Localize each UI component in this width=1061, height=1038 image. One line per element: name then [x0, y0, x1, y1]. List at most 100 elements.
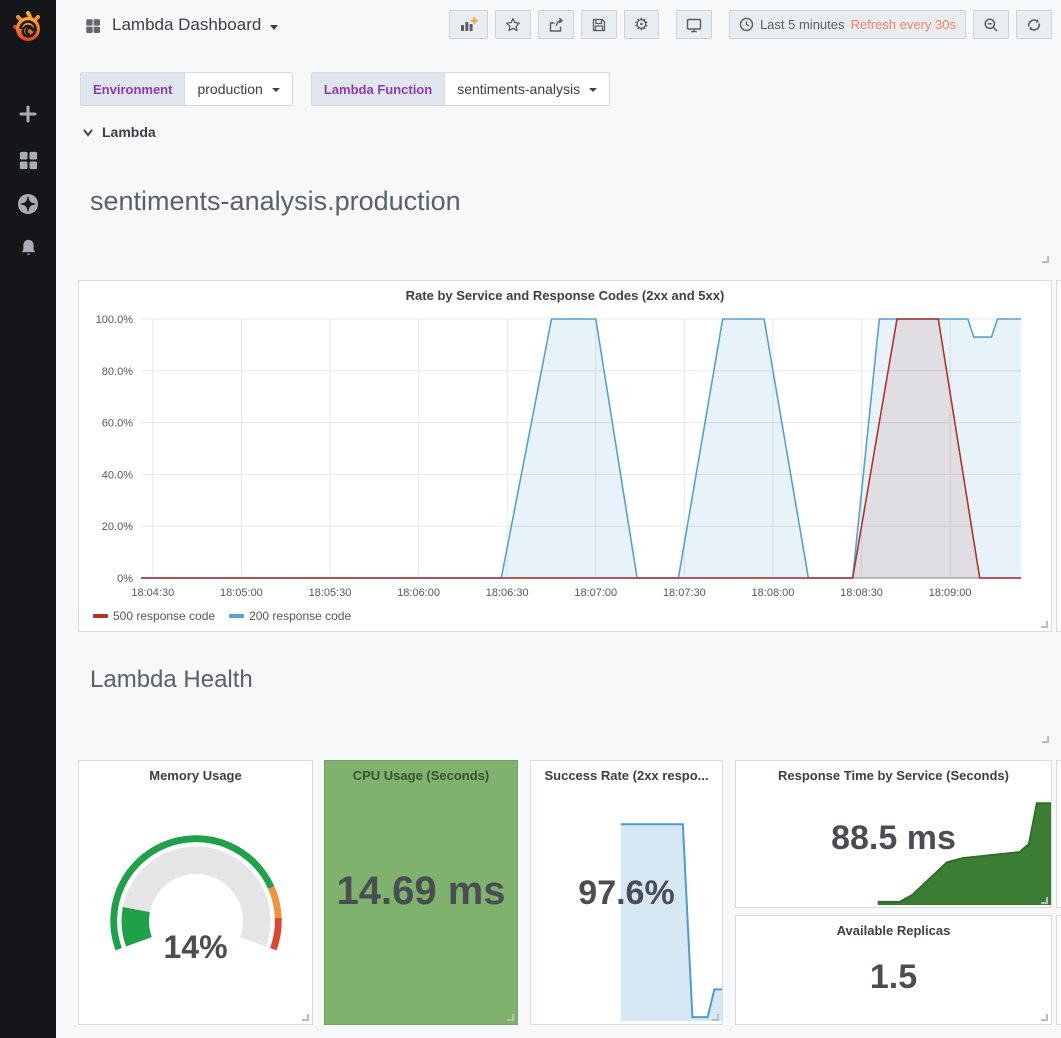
variable-lambda-function-value[interactable]: sentiments-analysis — [444, 73, 609, 105]
svg-text:80.0%: 80.0% — [102, 366, 133, 378]
svg-text:18:05:30: 18:05:30 — [309, 587, 352, 599]
clock-icon — [739, 17, 754, 32]
zoom-out-button[interactable] — [973, 10, 1009, 39]
svg-text:18:08:30: 18:08:30 — [840, 587, 883, 599]
refresh-button[interactable] — [1016, 10, 1052, 39]
star-icon — [506, 18, 519, 30]
plus-icon — [472, 18, 477, 23]
variable-environment-value-text: production — [197, 81, 262, 97]
search-minus-icon — [985, 19, 997, 31]
panel-resize-handle[interactable] — [1041, 621, 1048, 628]
chevron-down-icon — [270, 25, 278, 30]
response-time-value: 88.5 ms — [736, 819, 1051, 858]
dashboards-icon[interactable] — [16, 148, 40, 172]
save-button[interactable] — [581, 10, 617, 39]
partial-panel — [1056, 280, 1061, 632]
panel-success-rate: Success Rate (2xx respo... 97.6% — [530, 760, 723, 1025]
partial-panel — [1056, 915, 1061, 1025]
panel-resize-handle[interactable] — [1041, 897, 1048, 904]
available-replicas-value: 1.5 — [736, 958, 1051, 997]
success-rate-sparkline — [531, 816, 722, 1021]
panel-title[interactable]: Available Replicas — [736, 916, 1051, 938]
svg-text:18:05:00: 18:05:00 — [220, 587, 263, 599]
monitor-icon — [687, 19, 700, 31]
share-button[interactable] — [538, 10, 574, 39]
cpu-usage-value: 14.69 ms — [325, 869, 517, 914]
svg-text:18:09:00: 18:09:00 — [929, 587, 972, 599]
gear-icon: ⚙ — [634, 16, 649, 33]
variable-environment-label: Environment — [81, 73, 184, 105]
share-icon — [550, 18, 562, 31]
panel-available-replicas: Available Replicas 1.5 — [735, 915, 1052, 1025]
panel-title[interactable]: Success Rate (2xx respo... — [531, 761, 722, 783]
variable-lambda-function-label: Lambda Function — [312, 73, 444, 105]
panel-resize-handle[interactable] — [712, 1014, 719, 1021]
svg-text:60.0%: 60.0% — [102, 418, 133, 430]
panel-title[interactable]: Rate by Service and Response Codes (2xx … — [79, 281, 1051, 303]
svg-text:40.0%: 40.0% — [102, 469, 133, 481]
dashboard-title[interactable]: Lambda Dashboard — [112, 15, 278, 35]
add-panel-button[interactable] — [449, 10, 488, 39]
svg-text:20.0%: 20.0% — [102, 521, 133, 533]
panel-cpu-usage: CPU Usage (Seconds) 14.69 ms — [324, 760, 518, 1025]
svg-text:100.0%: 100.0% — [96, 314, 134, 326]
settings-button[interactable]: ⚙ — [624, 10, 659, 39]
dashboard-grid-icon — [84, 17, 102, 40]
chevron-down-icon — [82, 126, 94, 138]
tv-mode-button[interactable] — [676, 10, 712, 39]
time-range-label: Last 5 minutes — [760, 17, 845, 32]
legend-swatch — [93, 614, 108, 618]
legend-item[interactable]: 500 response code — [93, 609, 215, 623]
success-rate-value: 97.6% — [531, 874, 722, 913]
dashboard-title-text: Lambda Dashboard — [112, 15, 261, 35]
panel-memory-usage: Memory Usage 14% — [78, 760, 313, 1025]
lambda-health-heading: Lambda Health — [90, 666, 253, 694]
panel-resize-handle[interactable] — [302, 1014, 309, 1021]
legend-item[interactable]: 200 response code — [229, 609, 351, 623]
text-panel-lambda-health: Lambda Health — [78, 650, 1052, 746]
timeseries-plot[interactable]: 0% 20.0% 40.0% 60.0% 80.0% 100.0% 18:04:30 18:0… — [79, 307, 1052, 619]
partial-panel — [1056, 760, 1061, 908]
add-icon[interactable] — [16, 102, 40, 126]
legend-label: 200 response code — [249, 609, 351, 623]
svg-text:18:07:00: 18:07:00 — [574, 587, 617, 599]
variable-lambda-function-value-text: sentiments-analysis — [457, 81, 580, 97]
row-title: Lambda — [102, 124, 156, 140]
star-button[interactable] — [495, 10, 531, 39]
memory-usage-value: 14% — [79, 929, 312, 966]
svg-text:18:06:00: 18:06:00 — [397, 587, 440, 599]
panel-title[interactable]: CPU Usage (Seconds) — [325, 761, 517, 783]
chevron-down-icon — [589, 88, 597, 92]
variable-environment-value[interactable]: production — [184, 73, 291, 105]
svg-text:0%: 0% — [117, 573, 133, 585]
row-header-lambda[interactable]: Lambda — [82, 124, 156, 140]
panel-rate-by-service: Rate by Service and Response Codes (2xx … — [78, 280, 1052, 632]
svg-text:18:08:00: 18:08:00 — [752, 587, 795, 599]
refresh-interval-label: Refresh every 30s — [851, 17, 957, 32]
time-picker-button[interactable]: Last 5 minutes Refresh every 30s — [729, 10, 966, 39]
panel-resize-handle[interactable] — [507, 1014, 514, 1021]
variable-environment: Environment production — [80, 72, 293, 106]
variable-lambda-function: Lambda Function sentiments-analysis — [311, 72, 610, 106]
chevron-down-icon — [272, 88, 280, 92]
panel-title[interactable]: Memory Usage — [79, 761, 312, 783]
sidebar — [0, 0, 56, 1038]
panel-title[interactable]: Response Time by Service (Seconds) — [736, 761, 1051, 783]
grafana-logo-icon[interactable] — [9, 8, 47, 46]
panel-resize-handle[interactable] — [1041, 1014, 1048, 1021]
svg-text:18:06:30: 18:06:30 — [486, 587, 529, 599]
toolbar: ⚙ Last 5 minutes Refresh every 30s — [442, 10, 1052, 39]
save-icon — [593, 19, 604, 30]
panel-resize-handle[interactable] — [1042, 256, 1049, 263]
panel-resize-handle[interactable] — [1042, 736, 1049, 743]
chart-legend: 500 response code 200 response code — [93, 609, 365, 623]
svg-text:18:07:30: 18:07:30 — [663, 587, 706, 599]
function-name-text: sentiments-analysis.production — [90, 186, 461, 217]
dashboard-variables: Environment production Lambda Function s… — [80, 72, 610, 106]
alerting-bell-icon[interactable] — [16, 236, 40, 260]
text-panel-function-name: sentiments-analysis.production — [78, 178, 1052, 266]
explore-compass-icon[interactable] — [16, 192, 40, 216]
svg-text:18:04:30: 18:04:30 — [131, 587, 174, 599]
panel-response-time: Response Time by Service (Seconds) 88.5 … — [735, 760, 1052, 908]
legend-swatch — [229, 614, 244, 618]
